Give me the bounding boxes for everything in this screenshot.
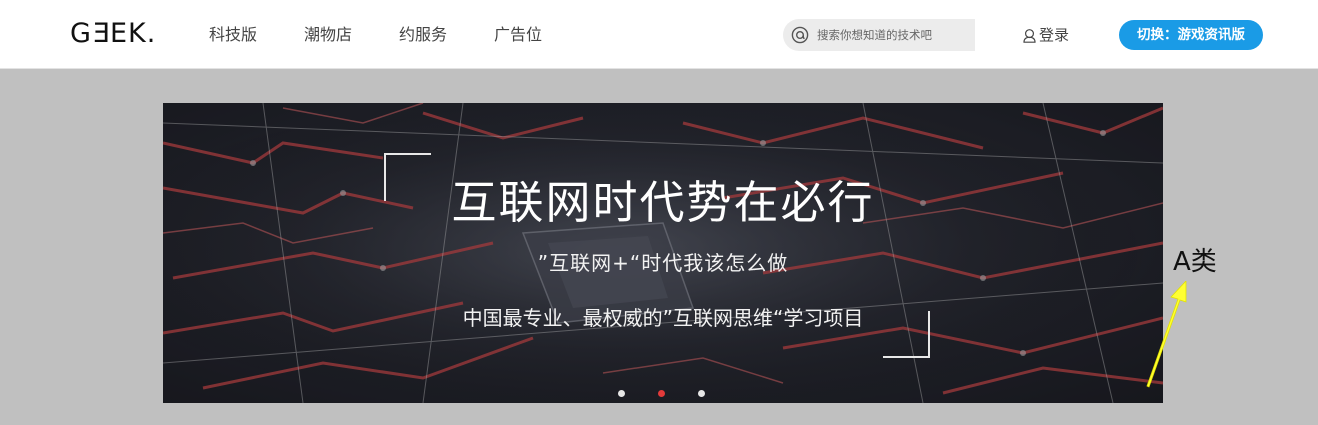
carousel-dot-1[interactable] [618, 390, 625, 397]
logo-letter-mirrored-e: E [91, 18, 110, 49]
nav-item-services[interactable]: 约服务 [399, 0, 447, 69]
annotation-arrow-icon [1146, 281, 1187, 388]
annotation-label: A类 [1173, 247, 1217, 277]
search-input[interactable] [817, 19, 969, 51]
nav-item-tech[interactable]: 科技版 [209, 0, 257, 69]
nav-item-ads[interactable]: 广告位 [494, 0, 542, 69]
login-link[interactable]: 登录 [1022, 24, 1069, 46]
main-nav: 科技版 潮物店 约服务 广告位 [209, 0, 589, 69]
banner-subtitle-1: ”互联网+“时代我该怎么做 [537, 251, 789, 275]
banner-subtitle-2: 中国最专业、最权威的”互联网思维“学习项目 [462, 306, 864, 330]
carousel-dot-2[interactable] [658, 390, 665, 397]
nav-item-trend-shop[interactable]: 潮物店 [304, 0, 352, 69]
carousel-dot-3[interactable] [698, 390, 705, 397]
user-icon [1023, 28, 1036, 43]
main-content: 互联网时代势在必行 ”互联网+“时代我该怎么做 中国最专业、最权威的”互联网思维… [0, 69, 1318, 425]
banner-title: 互联网时代势在必行 [451, 176, 875, 229]
site-logo[interactable]: GEEK. [70, 18, 156, 50]
search-box [783, 19, 975, 51]
carousel-dots [618, 390, 738, 398]
login-label: 登录 [1039, 26, 1070, 44]
logo-letters-ek: EK. [110, 18, 157, 49]
hero-banner[interactable]: 互联网时代势在必行 ”互联网+“时代我该怎么做 中国最专业、最权威的”互联网思维… [163, 103, 1163, 403]
site-header: GEEK. 科技版 潮物店 约服务 广告位 登录 切换：游戏资讯版 [0, 0, 1318, 69]
logo-letter-g: G [70, 18, 92, 49]
switch-edition-button[interactable]: 切换：游戏资讯版 [1119, 20, 1263, 50]
search-icon[interactable] [791, 26, 809, 44]
